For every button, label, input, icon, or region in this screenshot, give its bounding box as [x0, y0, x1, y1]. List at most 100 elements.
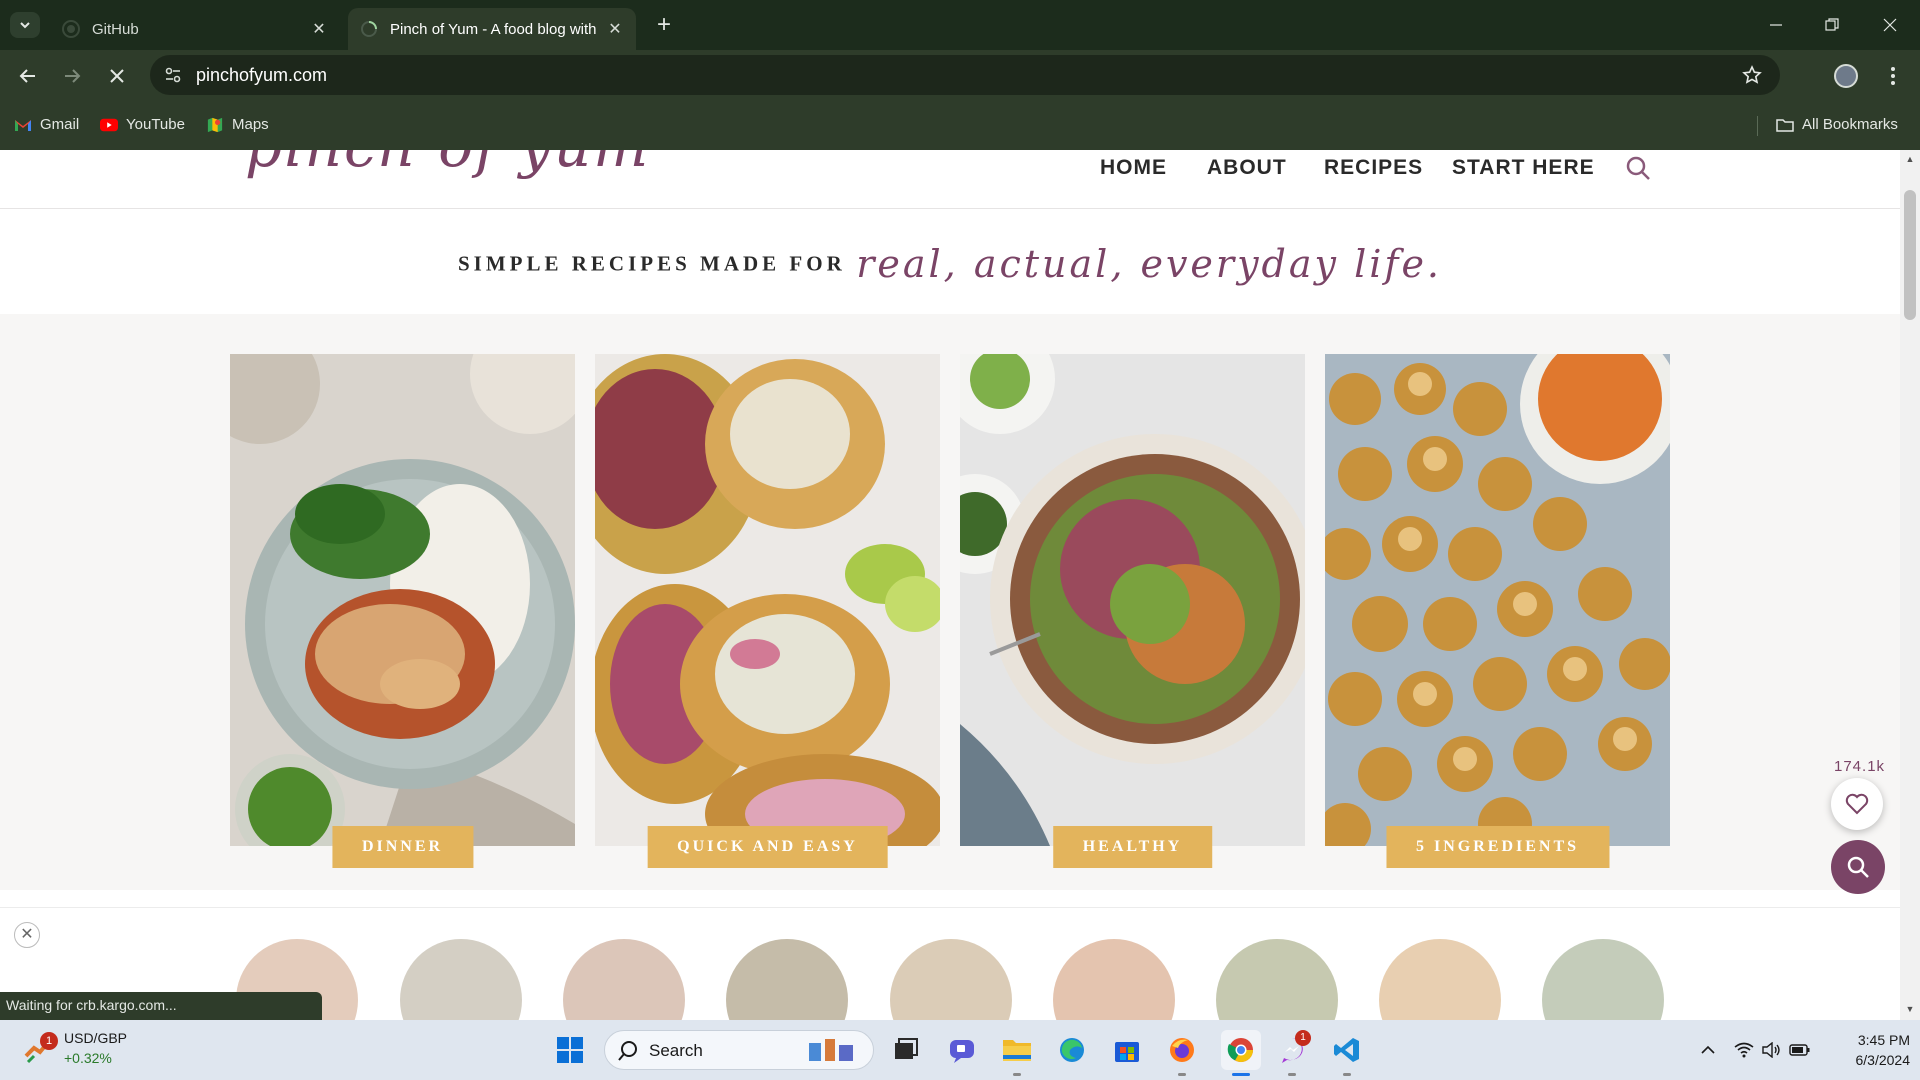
favorites-count: 174.1k	[1834, 758, 1886, 775]
vscode-icon[interactable]	[1331, 1034, 1363, 1066]
category-button-quick-and-easy[interactable]: QUICK AND EASY	[647, 826, 888, 868]
recipe-thumbnail[interactable]	[726, 939, 848, 1020]
microsoft-store-icon[interactable]	[1111, 1034, 1143, 1066]
stock-change: +0.32%	[64, 1050, 112, 1066]
windows-start-icon[interactable]	[554, 1034, 586, 1066]
running-indicator	[1178, 1073, 1186, 1076]
running-indicator	[1288, 1073, 1296, 1076]
close-window-icon[interactable]	[1870, 10, 1910, 40]
battery-icon[interactable]	[1788, 1038, 1812, 1062]
show-hidden-icons-chevron-icon[interactable]	[1696, 1038, 1720, 1062]
nav-about[interactable]: ABOUT	[1207, 156, 1287, 180]
taskbar-search[interactable]: Search	[604, 1030, 874, 1070]
restore-icon[interactable]	[1812, 10, 1852, 40]
bookmark-maps[interactable]: Maps	[206, 116, 269, 133]
category-card-dinner[interactable]: DINNER	[230, 354, 575, 868]
category-card-healthy[interactable]: HEALTHY	[960, 354, 1305, 868]
browser-tab-bar: GitHub ✕ Pinch of Yum - A food blog with…	[0, 0, 1920, 50]
stock-name[interactable]: USD/GBP	[64, 1030, 127, 1046]
recipe-thumbnail[interactable]	[1542, 939, 1664, 1020]
category-section: DINNER QUICK AND EASY HEALTHY 5 INGREDIE…	[0, 314, 1900, 890]
site-logo[interactable]: pinch of yum	[245, 150, 650, 180]
healthy-photo[interactable]	[960, 354, 1305, 846]
volume-icon[interactable]	[1760, 1038, 1784, 1062]
recipe-thumbnail[interactable]	[400, 939, 522, 1020]
all-bookmarks-button[interactable]: All Bookmarks	[1776, 116, 1898, 133]
tab-search-chevron-icon[interactable]	[10, 12, 40, 38]
status-bar: Waiting for crb.kargo.com...	[0, 992, 322, 1020]
recipe-thumbnail[interactable]	[1053, 939, 1175, 1020]
address-bar[interactable]: pinchofyum.com	[150, 55, 1780, 95]
search-icon[interactable]	[1624, 154, 1652, 182]
folder-icon	[1776, 118, 1794, 132]
loading-spinner-icon	[361, 21, 377, 37]
running-indicator	[1343, 1073, 1351, 1076]
chrome-icon[interactable]	[1221, 1030, 1261, 1070]
5-ingredients-photo[interactable]	[1325, 354, 1670, 846]
url-text: pinchofyum.com	[196, 65, 328, 85]
bookmark-label: Maps	[232, 116, 269, 133]
forward-arrow-icon[interactable]	[57, 61, 87, 91]
taskbar-search-placeholder: Search	[649, 1041, 703, 1060]
close-ad-icon[interactable]: ✕	[14, 922, 40, 948]
tab-close-icon[interactable]: ✕	[606, 19, 624, 39]
page-scrollbar[interactable]: ▲ ▼	[1900, 150, 1920, 1020]
floating-search-icon[interactable]	[1831, 840, 1885, 894]
nav-home[interactable]: HOME	[1100, 156, 1167, 180]
recipe-thumbnail[interactable]	[563, 939, 685, 1020]
tagline-caps: SIMPLE RECIPES MADE FOR	[457, 251, 846, 276]
scrollbar-thumb[interactable]	[1904, 190, 1916, 320]
teams-chat-icon[interactable]	[946, 1034, 978, 1066]
gmail-icon	[15, 119, 31, 131]
notification-badge: 1	[1295, 1030, 1311, 1046]
bookmark-youtube[interactable]: YouTube	[100, 116, 185, 133]
tab-github[interactable]: GitHub ✕	[50, 8, 340, 50]
tab-title: GitHub	[92, 20, 139, 38]
system-clock[interactable]: 3:45 PM 6/3/2024	[1820, 1030, 1911, 1070]
bookmarks-bar: Gmail YouTube Maps All Bookmarks	[0, 100, 1920, 150]
widget-badge: 1	[40, 1032, 58, 1050]
tagline-section: SIMPLE RECIPES MADE FOR real, actual, ev…	[0, 210, 1900, 314]
bookmark-label: Gmail	[40, 116, 80, 133]
category-card-quick-and-easy[interactable]: QUICK AND EASY	[595, 354, 940, 868]
file-explorer-icon[interactable]	[1001, 1034, 1033, 1066]
site-settings-icon[interactable]	[162, 64, 184, 86]
youtube-icon	[100, 118, 118, 131]
recipe-thumbnail[interactable]	[890, 939, 1012, 1020]
category-button-dinner[interactable]: DINNER	[331, 826, 474, 868]
recipe-thumbnail[interactable]	[1216, 939, 1338, 1020]
back-arrow-icon[interactable]	[13, 61, 43, 91]
new-tab-icon[interactable]: +	[650, 12, 678, 40]
bookmarks-divider	[1757, 116, 1758, 136]
firefox-icon[interactable]	[1166, 1034, 1198, 1066]
profile-avatar[interactable]	[1834, 64, 1858, 88]
nav-start-here[interactable]: START HERE	[1452, 156, 1595, 180]
edge-icon[interactable]	[1056, 1034, 1088, 1066]
nav-recipes[interactable]: RECIPES	[1324, 156, 1423, 180]
section-divider	[0, 907, 1900, 908]
tab-pinch-of-yum[interactable]: Pinch of Yum - A food blog with ✕	[348, 8, 636, 50]
task-view-icon[interactable]	[890, 1034, 922, 1066]
dinner-photo[interactable]	[230, 354, 575, 846]
browser-menu-icon[interactable]	[1884, 64, 1902, 88]
maps-icon	[207, 117, 223, 132]
category-card-5-ingredients[interactable]: 5 INGREDIENTS	[1325, 354, 1670, 868]
minimize-icon[interactable]	[1756, 10, 1796, 40]
scroll-up-arrow-icon[interactable]: ▲	[1905, 154, 1915, 164]
heart-icon[interactable]	[1831, 778, 1883, 830]
category-button-healthy[interactable]: HEALTHY	[1052, 826, 1213, 868]
windows-taskbar: 1 USD/GBP +0.32% Search 1 3:45 PM 6/3/20…	[0, 1020, 1920, 1080]
clock-date: 6/3/2024	[1855, 1052, 1911, 1068]
wifi-icon[interactable]	[1732, 1038, 1756, 1062]
category-button-5-ingredients[interactable]: 5 INGREDIENTS	[1385, 826, 1610, 868]
bookmark-star-icon[interactable]	[1740, 63, 1764, 87]
bookmark-gmail[interactable]: Gmail	[14, 116, 79, 133]
all-bookmarks-label: All Bookmarks	[1802, 116, 1898, 133]
browser-toolbar: pinchofyum.com	[0, 50, 1920, 100]
scroll-down-arrow-icon[interactable]: ▼	[1905, 1004, 1915, 1014]
bookmark-label: YouTube	[126, 116, 185, 133]
recipe-thumbnail[interactable]	[1379, 939, 1501, 1020]
quick-and-easy-photo[interactable]	[595, 354, 940, 846]
stop-loading-icon[interactable]	[102, 61, 132, 91]
tab-close-icon[interactable]: ✕	[310, 19, 328, 39]
